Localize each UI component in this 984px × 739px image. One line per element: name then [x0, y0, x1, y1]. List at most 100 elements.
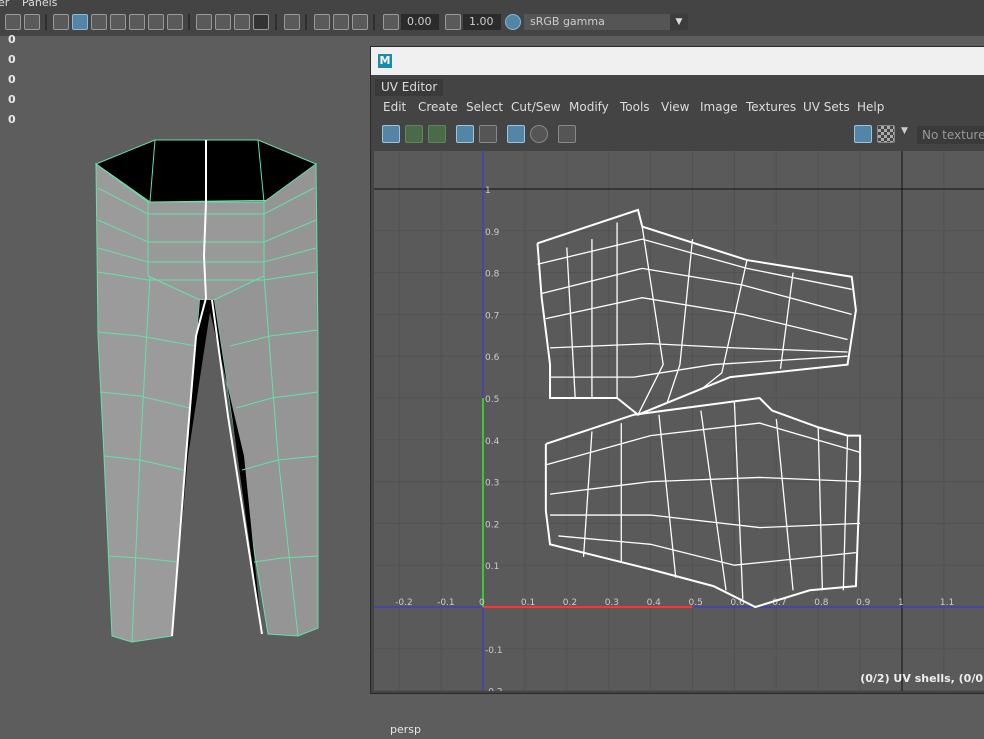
camera-icon[interactable] [5, 14, 21, 30]
uv-tile-grid-icon[interactable] [507, 125, 525, 143]
toolbar-divider [305, 14, 307, 30]
uv-shell-icon[interactable] [382, 125, 400, 143]
motion-blur-icon[interactable] [215, 14, 231, 30]
resolution-gate-icon[interactable] [314, 14, 330, 30]
uv-edge [545, 297, 848, 341]
uv-editor-menubar: Edit Create Select Cut/Sew Modify Tools … [371, 98, 984, 116]
light-icon[interactable] [129, 14, 145, 30]
menu-uv-sets[interactable]: UV Sets [803, 98, 850, 116]
y-tick-label: 0.6 [485, 353, 500, 363]
ambient-occlusion-icon[interactable] [196, 14, 212, 30]
image-display-icon[interactable] [854, 125, 872, 143]
uv-frame-icon[interactable] [479, 125, 497, 143]
top-menu-strip: er Panels [0, 0, 984, 9]
uv-edge [779, 272, 794, 369]
menu-textures[interactable]: Textures [746, 98, 796, 116]
menu-item-panels[interactable]: Panels [22, 0, 57, 9]
isolate-icon[interactable] [234, 14, 250, 30]
uv-editor-toolbar: ▼ [371, 120, 984, 148]
window-titlebar[interactable]: M [371, 47, 984, 75]
x-tick-label: 0.4 [647, 598, 662, 608]
shaded-cube-icon[interactable] [72, 14, 88, 30]
grid-icon[interactable] [24, 14, 40, 30]
menu-item-er[interactable]: er [0, 0, 9, 9]
uv-editor-window: M UV Editor Edit Create Select Cut/Sew M… [356, 46, 984, 733]
menu-help[interactable]: Help [857, 98, 884, 116]
xray-icon[interactable] [253, 14, 269, 30]
x-tick-label: -0.1 [437, 598, 455, 608]
menu-tools[interactable]: Tools [620, 98, 650, 116]
film-gate-icon[interactable] [333, 14, 349, 30]
uv-edge [775, 418, 794, 591]
menu-edit[interactable]: Edit [383, 98, 406, 116]
x-tick-label: 1 [898, 598, 904, 608]
gamma-field[interactable]: 1.00 [463, 14, 501, 30]
exposure-icon[interactable] [383, 14, 399, 30]
shadow-icon[interactable] [167, 14, 183, 30]
uv-edge [541, 267, 852, 316]
uv-edge [666, 239, 694, 403]
y-tick-label: 0.7 [485, 311, 499, 321]
y-tick-label: 0.3 [485, 479, 499, 489]
y-tick-label: 0.5 [485, 395, 499, 405]
x-tick-label: 0.6 [730, 598, 745, 608]
safe-frame-icon[interactable] [352, 14, 368, 30]
uv-grid-svg[interactable]: -0.2 -0.1 0 0.1 0.2 0.3 0.4 0.5 0.6 0.7 0.8 0.9 1 1.1… [356, 104, 984, 733]
color-management-icon[interactable] [505, 14, 521, 30]
exposure-field[interactable]: 0.00 [401, 14, 439, 30]
color-space-dropdown[interactable]: sRGB gamma ▼ [524, 14, 688, 30]
uv-shell-status: (0/2) UV shells, (0/0 [860, 672, 983, 685]
y-tick-label: 0.8 [485, 270, 500, 280]
x-tick-label: 0.9 [856, 598, 871, 608]
pants-mesh[interactable] [0, 36, 372, 739]
uv-stack-icon[interactable] [428, 125, 446, 143]
uv-edge [658, 414, 677, 578]
snapshot-camera-icon[interactable] [558, 125, 576, 143]
toolbar-divider [45, 14, 47, 30]
x-tick-label: 0.2 [563, 598, 577, 608]
toolbar-divider [275, 14, 277, 30]
uv-grid-icon[interactable] [456, 125, 474, 143]
uv-edge [558, 535, 856, 566]
x-tick-label: -0.2 [395, 598, 413, 608]
menu-view[interactable]: View [661, 98, 689, 116]
checker-icon[interactable] [110, 14, 126, 30]
menu-image[interactable]: Image [700, 98, 738, 116]
uv-editor-canvas[interactable]: -0.2 -0.1 0 0.1 0.2 0.3 0.4 0.5 0.6 0.7 0.8 0.9 1 1.1… [356, 104, 984, 733]
y-tick-label: 1 [485, 186, 491, 196]
menu-cut-sew[interactable]: Cut/Sew [511, 98, 561, 116]
menu-modify[interactable]: Modify [569, 98, 609, 116]
gamma-icon[interactable] [445, 14, 461, 30]
x-tick-label: 0 [479, 598, 485, 608]
menu-create[interactable]: Create [418, 98, 458, 116]
toolbar-divider [373, 14, 375, 30]
textured-cube-icon[interactable] [91, 14, 107, 30]
uv-sphere-icon[interactable] [530, 125, 548, 143]
uv-edge [842, 435, 849, 591]
checker-map-icon[interactable] [877, 125, 895, 143]
x-tick-label: 0.3 [605, 598, 619, 608]
y-tick-label: 0.4 [485, 437, 500, 447]
tab-uv-editor[interactable]: UV Editor [375, 79, 444, 96]
texture-select-field[interactable]: No texture fi [917, 126, 984, 144]
menu-select[interactable]: Select [466, 98, 503, 116]
uv-edge [566, 247, 576, 399]
y-tick-label: 0.2 [485, 520, 499, 530]
x-tick-label: 1.1 [940, 598, 954, 608]
select-camera-icon[interactable] [284, 14, 300, 30]
color-space-label: sRGB gamma [530, 15, 605, 28]
lighting-icon[interactable] [148, 14, 164, 30]
uv-layout-icon[interactable] [405, 125, 423, 143]
x-tick-label: 0.1 [521, 598, 535, 608]
chevron-down-icon[interactable]: ▼ [901, 126, 908, 136]
uv-edge [700, 410, 727, 591]
perspective-viewport[interactable]: 0 0 0 0 0 [0, 33, 372, 739]
y-tick-label: 0.1 [485, 562, 499, 572]
chevron-down-icon: ▼ [670, 14, 688, 30]
y-tick-label: -0.2 [485, 688, 503, 691]
uv-edge [537, 238, 852, 290]
viewport-camera-label: persp [390, 723, 421, 736]
wireframe-cube-icon[interactable] [53, 14, 69, 30]
y-tick-label: -0.1 [485, 646, 503, 656]
uv-shell-upper [536, 208, 857, 416]
